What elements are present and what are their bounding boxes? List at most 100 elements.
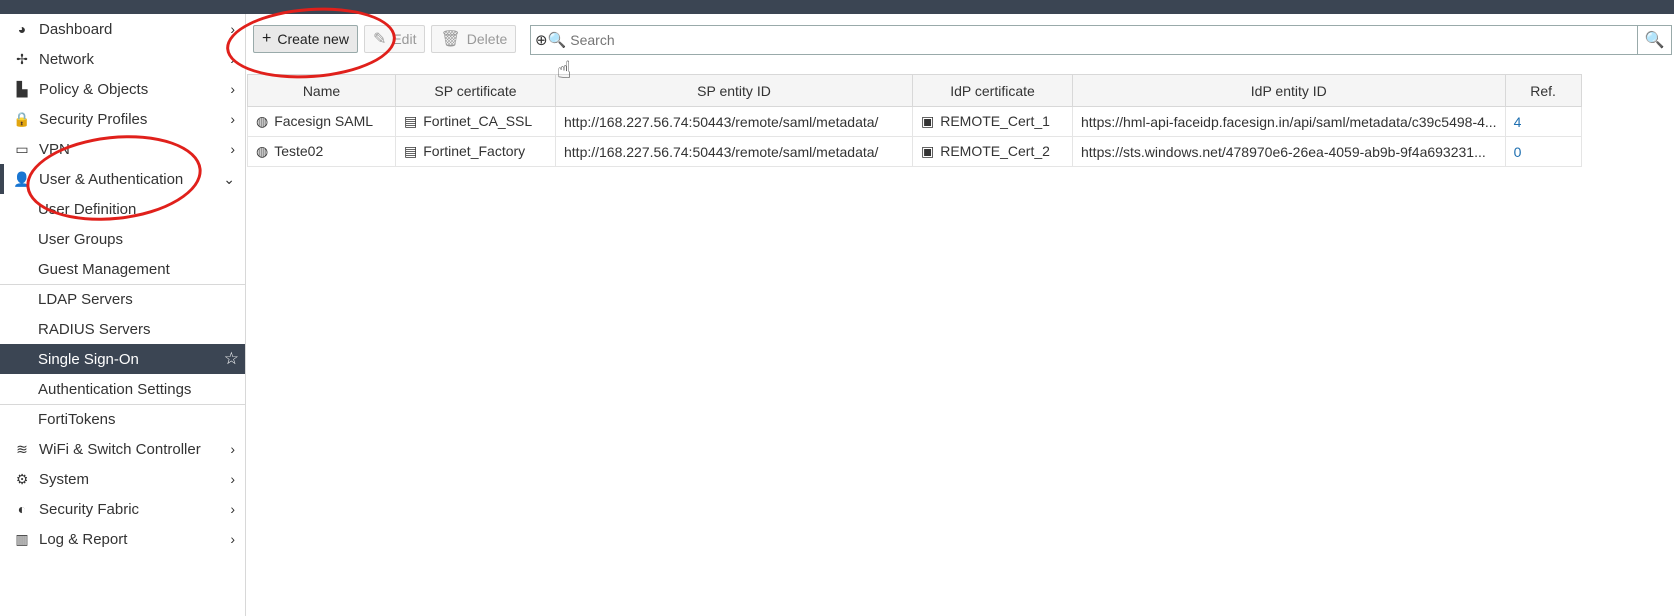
sidebar-subitem-authentication-settings[interactable]: Authentication Settings xyxy=(0,374,245,404)
cell-idp-entity-id: https://sts.windows.net/478970e6-26ea-40… xyxy=(1072,136,1506,167)
remote-certificate-icon: ▣ xyxy=(921,113,935,129)
sidebar-subitem-guest-management[interactable]: Guest Management xyxy=(0,254,245,284)
search-box[interactable]: ⊕🔍 xyxy=(530,25,1638,55)
column-header-sp-certificate[interactable]: SP certificate xyxy=(395,74,556,107)
cell-idp-certificate-text: REMOTE_Cert_2 xyxy=(940,143,1050,159)
chevron-right-icon: › xyxy=(230,531,235,547)
cell-name-text: Facesign SAML xyxy=(274,113,374,129)
search-bar: ⊕🔍 🔍 xyxy=(530,25,1672,55)
chevron-right-icon: › xyxy=(230,111,235,127)
cell-ref[interactable]: 0 xyxy=(1504,136,1582,167)
chart-icon: ▥ xyxy=(15,530,29,547)
fabric-icon: ◐ xyxy=(17,501,27,517)
cell-sp-entity-id: http://168.227.56.74:50443/remote/saml/m… xyxy=(555,136,913,167)
column-header-idp-certificate[interactable]: IdP certificate xyxy=(912,74,1073,107)
cell-name: ◍ Facesign SAML xyxy=(247,106,396,137)
chevron-right-icon: › xyxy=(230,441,235,457)
wifi-icon: ≋ xyxy=(16,440,28,457)
sidebar-item-security-fabric[interactable]: ◐ Security Fabric › xyxy=(0,494,245,524)
sidebar-item-label: Security Profiles xyxy=(39,110,148,128)
policy-icon: ▙ xyxy=(16,80,28,97)
sidebar-item-user-authentication[interactable]: 👤 User & Authentication ⌄ xyxy=(0,164,245,194)
table-row[interactable]: ◍ Facesign SAML ▤ Fortinet_CA_SSL http://1… xyxy=(247,106,1582,137)
network-icon: ✢ xyxy=(16,50,28,67)
search-filter-icon[interactable]: ⊕🔍 xyxy=(535,31,566,49)
column-header-ref[interactable]: Ref. xyxy=(1504,74,1582,107)
sidebar-item-network[interactable]: ✢ Network › xyxy=(0,44,245,74)
saml-icon: ◍ xyxy=(256,143,269,159)
star-icon[interactable]: ☆ xyxy=(224,349,239,369)
sidebar-item-label: Security Fabric xyxy=(39,500,140,518)
cell-sp-certificate-text: Fortinet_Factory xyxy=(423,143,526,159)
chevron-right-icon: › xyxy=(230,81,235,97)
cell-ref[interactable]: 4 xyxy=(1504,106,1582,137)
edit-button[interactable]: ✎ Edit xyxy=(363,25,426,53)
sidebar-item-label: WiFi & Switch Controller xyxy=(39,440,201,458)
create-new-label: Create new xyxy=(277,31,349,47)
chevron-down-icon: ⌄ xyxy=(223,170,235,187)
user-icon: 👤 xyxy=(13,170,31,187)
dashboard-icon: ◕ xyxy=(17,21,27,37)
top-bar xyxy=(0,0,1674,14)
sidebar-subitem-radius-servers[interactable]: RADIUS Servers xyxy=(0,314,245,344)
laptop-icon: ▭ xyxy=(15,140,29,157)
sidebar-item-dashboard[interactable]: ◕ Dashboard › xyxy=(0,14,245,44)
pencil-icon: ✎ xyxy=(372,31,387,48)
cell-idp-certificate: ▣ REMOTE_Cert_1 xyxy=(912,106,1073,137)
table-row[interactable]: ◍ Teste02 ▤ Fortinet_Factory http://168.22… xyxy=(247,136,1582,167)
main-content: + Create new ✎ Edit 🗑 Delete ⊕🔍 🔍 Name xyxy=(247,14,1674,616)
sidebar: ◕ Dashboard › ✢ Network › ▙ Policy & Obj… xyxy=(0,14,246,616)
sidebar-item-system[interactable]: ⚙ System › xyxy=(0,464,245,494)
saml-table: Name SP certificate SP entity ID IdP cer… xyxy=(247,74,1582,167)
remote-certificate-icon: ▣ xyxy=(921,143,935,159)
chevron-right-icon: › xyxy=(230,471,235,487)
sidebar-subitem-single-sign-on[interactable]: Single Sign-On ☆ xyxy=(0,344,245,374)
search-button[interactable]: 🔍 xyxy=(1638,25,1672,55)
sidebar-item-label: Log & Report xyxy=(39,530,128,548)
gear-icon: ⚙ xyxy=(15,470,29,487)
sidebar-item-label: VPN xyxy=(39,140,70,158)
sidebar-item-label: Single Sign-On xyxy=(38,350,139,368)
chevron-right-icon: › xyxy=(230,51,235,67)
cell-name-text: Teste02 xyxy=(274,143,324,159)
cell-sp-entity-id: http://168.227.56.74:50443/remote/saml/m… xyxy=(555,106,913,137)
cell-idp-entity-id: https://hml-api-faceidp.facesign.in/api/… xyxy=(1072,106,1506,137)
sidebar-subitem-fortitokens[interactable]: FortiTokens xyxy=(0,404,245,434)
delete-button[interactable]: 🗑 Delete xyxy=(431,25,517,53)
sidebar-item-log-report[interactable]: ▥ Log & Report › xyxy=(0,524,245,554)
sidebar-item-policy-objects[interactable]: ▙ Policy & Objects › xyxy=(0,74,245,104)
sidebar-item-vpn[interactable]: ▭ VPN › xyxy=(0,134,245,164)
chevron-right-icon: › xyxy=(230,501,235,517)
plus-icon: + xyxy=(262,30,272,47)
cell-sp-certificate-text: Fortinet_CA_SSL xyxy=(423,113,533,129)
sidebar-item-security-profiles[interactable]: 🔒 Security Profiles › xyxy=(0,104,245,134)
sidebar-item-label: Network xyxy=(39,50,95,68)
sidebar-item-label: User & Authentication xyxy=(39,170,184,188)
sidebar-item-label: Policy & Objects xyxy=(39,80,149,98)
sidebar-subitem-user-definition[interactable]: User Definition xyxy=(0,194,245,224)
sidebar-item-wifi-switch[interactable]: ≋ WiFi & Switch Controller › xyxy=(0,434,245,464)
delete-label: Delete xyxy=(466,31,508,47)
sidebar-subitem-user-groups[interactable]: User Groups xyxy=(0,224,245,254)
hand-cursor-icon: ☝ xyxy=(557,57,572,84)
search-input[interactable] xyxy=(570,32,1637,48)
lock-icon: 🔒 xyxy=(13,110,31,127)
cell-sp-certificate: ▤ Fortinet_CA_SSL xyxy=(395,106,556,137)
edit-label: Edit xyxy=(392,31,417,47)
column-header-idp-entity-id[interactable]: IdP entity ID xyxy=(1072,74,1506,107)
chevron-right-icon: › xyxy=(230,141,235,157)
toolbar: + Create new ✎ Edit 🗑 Delete ⊕🔍 🔍 xyxy=(247,22,1674,56)
trash-icon: 🗑 xyxy=(440,31,461,48)
certificate-icon: ▤ xyxy=(404,113,418,129)
sidebar-item-label: Dashboard xyxy=(39,20,113,38)
cell-name: ◍ Teste02 xyxy=(247,136,396,167)
cell-idp-certificate-text: REMOTE_Cert_1 xyxy=(940,113,1050,129)
column-header-name[interactable]: Name xyxy=(247,74,396,107)
saml-icon: ◍ xyxy=(256,113,269,129)
create-new-button[interactable]: + Create new xyxy=(253,25,358,53)
sidebar-subitem-ldap-servers[interactable]: LDAP Servers xyxy=(0,284,245,314)
table-header-row: Name SP certificate SP entity ID IdP cer… xyxy=(247,74,1582,107)
cell-idp-certificate: ▣ REMOTE_Cert_2 xyxy=(912,136,1073,167)
cell-sp-certificate: ▤ Fortinet_Factory xyxy=(395,136,556,167)
column-header-sp-entity-id[interactable]: SP entity ID xyxy=(555,74,913,107)
